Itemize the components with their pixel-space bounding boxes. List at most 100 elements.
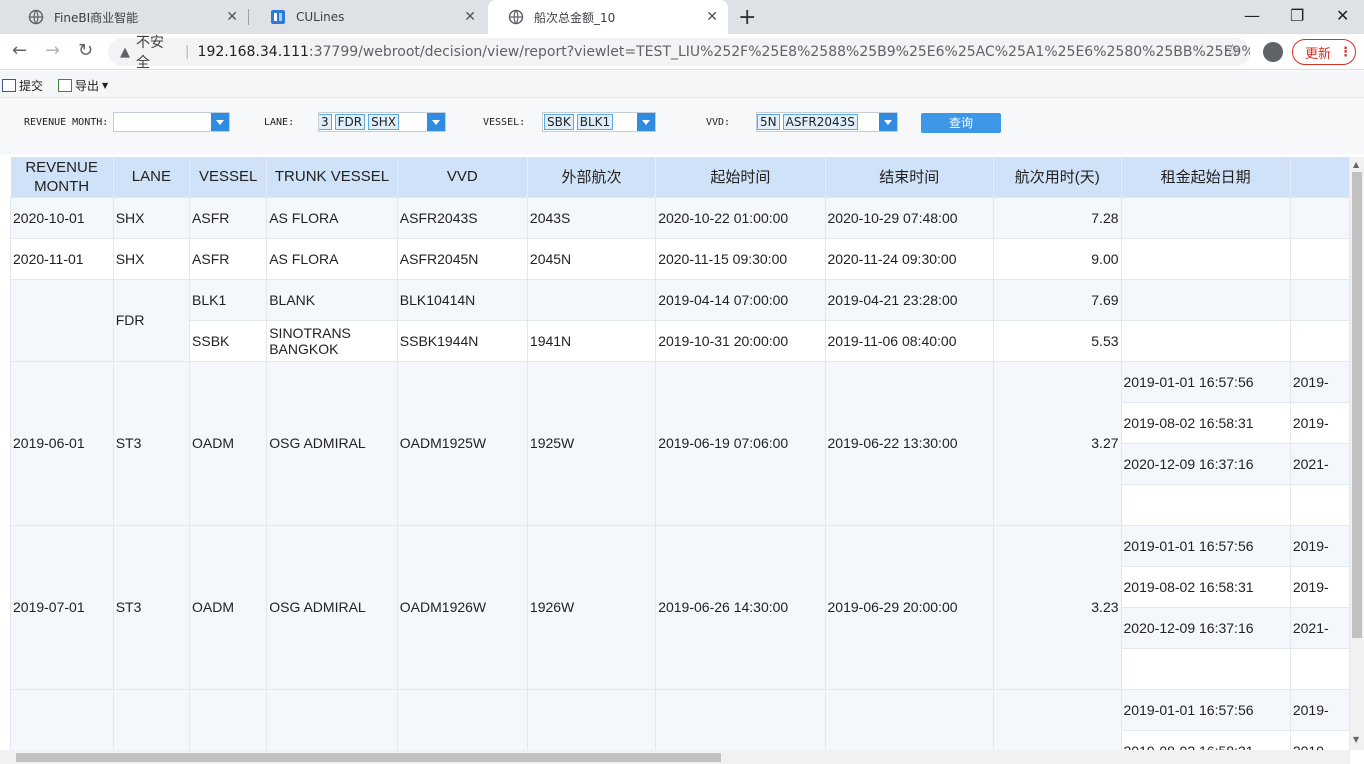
cell-rent-start: 2019-01-01 16:57:56 — [1120, 524, 1291, 567]
cell-vvd: BLK10414N — [396, 278, 528, 321]
scroll-up-icon[interactable]: ▲ — [1353, 160, 1359, 169]
forward-icon[interactable]: → — [45, 40, 60, 61]
vessel-tag[interactable]: SBK — [544, 114, 574, 130]
dropdown-arrow-icon[interactable] — [879, 113, 897, 131]
address-bar[interactable]: ▲ 不安全 | 192.168.34.111 :37799/webroot/de… — [108, 35, 1250, 71]
table-row: 2019-01-01 16:57:56 2019- — [10, 688, 1350, 750]
lane-select[interactable]: 3 FDR SHX — [318, 112, 446, 132]
cell-rent-start — [1120, 319, 1291, 362]
browser-tab-culines[interactable]: CULines ✕ — [250, 0, 486, 34]
globe-icon — [28, 9, 44, 25]
col-header: VESSEL — [189, 157, 268, 197]
cell-trunk-vessel: BLANK — [266, 278, 398, 321]
cell-extra: 2019- — [1289, 401, 1350, 444]
restore-icon[interactable]: ❐ — [1290, 6, 1304, 25]
lane-tag[interactable]: FDR — [334, 114, 366, 130]
cell-end: 2019-06-22 13:30:00 — [824, 360, 994, 526]
divider: | — [184, 44, 190, 60]
minimize-icon[interactable]: — — [1244, 6, 1260, 25]
table-row: 2019-07-01 ST3 OADM OSG ADMIRAL OADM1926… — [10, 524, 1350, 690]
tab-label: 船次总金额_10 — [534, 10, 616, 25]
dropdown-arrow-icon[interactable] — [211, 113, 229, 131]
cell-ext-voyage — [526, 278, 657, 321]
cell-vessel: ASFR — [189, 196, 268, 239]
cell-start: 2020-11-15 09:30:00 — [655, 237, 826, 280]
col-header: 外部航次 — [527, 157, 657, 197]
submit-button[interactable]: 提交 — [2, 77, 43, 94]
cell-extra: 2021- — [1289, 606, 1350, 649]
cell-days: 7.28 — [992, 196, 1122, 239]
col-header: 结束时间 — [825, 157, 994, 197]
cell-extra — [1289, 196, 1350, 239]
vertical-scrollbar[interactable]: ▲ ▼ — [1350, 157, 1364, 750]
browser-tab-active[interactable]: 船次总金额_10 ✕ — [488, 0, 728, 34]
cell-month: 2020-11-01 — [10, 237, 114, 280]
vvd-tag[interactable]: ASFR2043S — [782, 114, 858, 130]
revenue-month-select[interactable] — [113, 112, 230, 132]
close-icon[interactable]: ✕ — [706, 9, 718, 25]
export-button[interactable]: 导出 ▼ — [58, 77, 108, 94]
cell-month: 2019-07-01 — [10, 524, 114, 690]
lane-tag[interactable]: SHX — [368, 114, 399, 130]
cell-trunk-vessel — [266, 688, 398, 750]
cell-extra: 2019- — [1289, 688, 1350, 731]
browser-tab-bar: FineBI商业智能 ✕ CULines ✕ 船次总金额_10 ✕ + — ❐ … — [0, 0, 1364, 34]
cell-rent-start: 2019-01-01 16:57:56 — [1120, 688, 1291, 731]
col-header: REVENUE MONTH — [10, 157, 114, 197]
vvd-tag[interactable]: 5N — [757, 114, 780, 130]
window-close-icon[interactable]: ✕ — [1336, 6, 1349, 25]
profile-avatar-icon[interactable] — [1263, 42, 1283, 62]
browser-tab-finebi[interactable]: FineBI商业智能 ✕ — [8, 0, 248, 34]
warning-icon[interactable]: ▲ — [120, 45, 130, 60]
cell-lane: ST3 — [112, 360, 191, 526]
bookmark-star-icon[interactable]: ☆ — [1225, 41, 1240, 61]
vvd-select[interactable]: 5N ASFR2043S — [756, 112, 898, 132]
vessel-tag[interactable]: BLK1 — [576, 114, 614, 130]
save-icon — [2, 79, 16, 92]
dropdown-arrow-icon[interactable] — [637, 113, 655, 131]
cell-month — [10, 278, 114, 362]
cell-days: 5.53 — [992, 319, 1122, 362]
vessel-select[interactable]: SBK BLK1 — [542, 112, 656, 132]
export-label: 导出 — [75, 79, 100, 93]
close-icon[interactable]: ✕ — [226, 9, 238, 25]
cell-extra: 2019- — [1289, 729, 1350, 750]
dropdown-arrow-icon[interactable] — [427, 113, 445, 131]
cell-rent-start: 2019-08-02 16:58:31 — [1120, 401, 1291, 444]
cell-ext-voyage: 1926W — [526, 524, 657, 690]
table-row: 2020-11-01 SHX ASFR AS FLORA ASFR2045N 2… — [10, 237, 1350, 280]
scrollbar-thumb[interactable] — [16, 753, 721, 762]
cell-extra — [1289, 237, 1350, 280]
cell-end — [824, 688, 994, 750]
vvd-label: VVD: — [706, 117, 731, 128]
cell-vessel: OADM — [189, 360, 268, 526]
export-icon — [58, 79, 72, 92]
cell-extra — [1289, 647, 1350, 690]
cell-extra — [1289, 278, 1350, 321]
scroll-down-icon[interactable]: ▼ — [1353, 735, 1359, 744]
reload-icon[interactable]: ↻ — [78, 40, 93, 61]
new-tab-icon[interactable]: + — [738, 5, 756, 30]
close-icon[interactable]: ✕ — [464, 9, 476, 25]
tab-label: CULines — [296, 10, 345, 24]
scrollbar-thumb[interactable] — [1352, 172, 1362, 638]
back-icon[interactable]: ← — [12, 40, 27, 61]
cell-trunk-vessel: SINOTRANS BANGKOK — [266, 319, 398, 362]
cell-days: 3.27 — [992, 360, 1122, 526]
query-button[interactable]: 查询 — [921, 113, 1001, 133]
table-row: SSBK SINOTRANS BANGKOK SSBK1944N 1941N 2… — [11, 319, 1350, 362]
cell-vvd: ASFR2043S — [396, 196, 528, 239]
cell-rent-start — [1120, 196, 1291, 239]
lane-tag[interactable]: 3 — [319, 114, 332, 130]
cell-lane: FDR — [112, 278, 191, 362]
cell-ext-voyage — [526, 688, 657, 750]
cell-vvd: OADM1926W — [396, 524, 528, 690]
cell-start: 2019-06-19 07:06:00 — [655, 360, 826, 526]
horizontal-scrollbar[interactable] — [0, 750, 1350, 764]
url-host: 192.168.34.111 — [197, 44, 309, 60]
cell-vvd: SSBK1944N — [396, 319, 528, 362]
update-button[interactable]: 更新 ⋮ — [1292, 39, 1356, 65]
parameter-panel: REVENUE MONTH: LANE: 3 FDR SHX VESSEL: S… — [0, 98, 1364, 154]
culines-icon — [270, 9, 286, 25]
cell-start — [655, 688, 826, 750]
